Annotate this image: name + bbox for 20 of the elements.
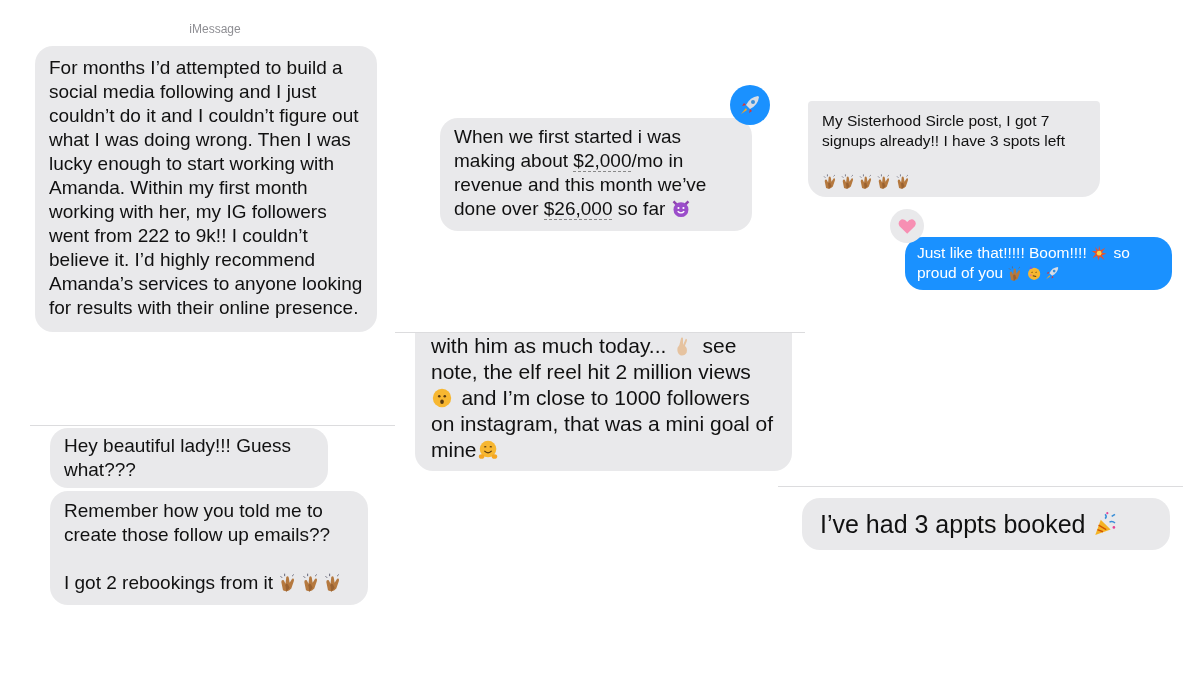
hugging-face-icon — [476, 438, 499, 461]
link[interactable]: $26,000 — [543, 198, 613, 220]
reaction-badge[interactable] — [730, 85, 770, 125]
explosion-icon — [1091, 244, 1108, 261]
message-text: Remember how you told me to create those follow up emails?? I got 2 rebookings from it — [64, 499, 354, 595]
party-face-icon — [1025, 264, 1042, 281]
clapping-hands-icon — [894, 172, 911, 189]
devil-face-icon — [670, 198, 691, 219]
message-text: I’ve had 3 appts booked — [820, 509, 1152, 539]
message-text: Hey beautiful lady!!! Guess what??? — [64, 434, 293, 482]
message-text: When we first started i was making about $2,000/mo in revenue and this month we’ve done over $26,000 so far — [454, 125, 708, 221]
link[interactable]: $2,000 — [573, 150, 632, 172]
reaction-badge[interactable] — [890, 209, 924, 243]
surprised-face-icon — [431, 386, 454, 409]
rocket-icon — [738, 93, 762, 117]
service-label: iMessage — [189, 22, 241, 36]
message-text: Just like that!!!!! Boom!!!! so proud of you — [917, 243, 1131, 283]
message-text: My Sisterhood Sircle post, I got 7 signups already!! I have 3 spots left — [822, 111, 1086, 191]
message-text: For months I’d attempted to build a social media following and I just couldn’t do it and I couldn’t figure out what I was doing wrong. Then I was lucky enough to start working with Amanda. Within my first month working with her, my IG followers went from 222 to 9k!! I couldn’t believe it. I’d highly recommend Amanda’s services to anyone looking for results with their online presence. — [49, 56, 363, 320]
message-text: with him as much today... see note, the elf reel hit 2 million views and I’m close to 1000 followers on instagram, that was a mini goal of mine — [431, 333, 774, 463]
